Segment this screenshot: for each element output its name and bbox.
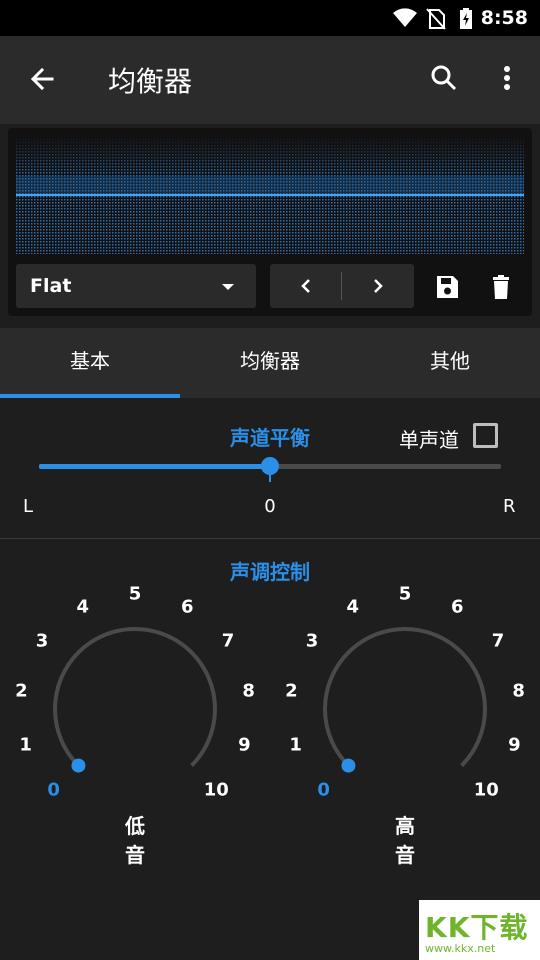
no-sim-icon [426, 8, 446, 30]
knob-indicator [71, 758, 86, 773]
tone-control-title: 声调控制 [230, 560, 310, 584]
balance-slider-thumb[interactable] [261, 457, 279, 475]
search-button[interactable] [424, 58, 464, 98]
wifi-icon [393, 8, 417, 27]
tab-other[interactable]: 其他 [360, 328, 540, 398]
tab-bar: 基本 均衡器 其他 [0, 328, 540, 398]
save-preset-button[interactable] [428, 270, 466, 304]
watermark-logo: KK下载 [425, 911, 529, 944]
tab-equalizer[interactable]: 均衡器 [180, 328, 360, 398]
mono-label: 单声道 [399, 428, 459, 452]
knob-scale-label: 7 [221, 630, 235, 652]
preset-selected-value: Flat [30, 275, 72, 297]
app-bar: 均衡器 [0, 36, 540, 124]
dropdown-arrow-icon [222, 284, 234, 290]
delete-preset-button[interactable] [482, 270, 520, 304]
more-options-button[interactable] [492, 58, 522, 102]
knob-scale-label: 6 [450, 596, 464, 618]
knob-scale-label: 10 [473, 779, 499, 801]
knob-scale-label: 3 [305, 630, 319, 652]
knob-scale-label: 8 [242, 680, 255, 702]
balance-right-label: R [503, 496, 516, 517]
balance-center-tick [269, 474, 271, 482]
status-bar: 8:58 [0, 0, 540, 36]
preset-dropdown[interactable]: Flat [16, 264, 256, 308]
mono-checkbox[interactable] [473, 423, 498, 448]
arrow-back-icon [30, 67, 54, 91]
knob-scale-label: 2 [15, 680, 28, 702]
previous-preset-button[interactable] [270, 264, 342, 308]
knob-scale-label: 10 [203, 779, 229, 801]
knob-scale-label: 0 [317, 779, 330, 801]
next-preset-button[interactable] [342, 264, 414, 308]
knob-scale-label: 5 [398, 583, 412, 605]
preset-navigation [270, 264, 414, 308]
knob-scale-label: 1 [289, 734, 302, 756]
knob-indicator [341, 758, 356, 773]
watermark-url: www.kkx.net [425, 942, 496, 955]
battery-charging-icon [460, 8, 472, 29]
knob-track [323, 627, 487, 767]
chevron-left-icon [301, 279, 310, 293]
knob-scale-label: 4 [76, 596, 90, 618]
knob-scale-label: 2 [285, 680, 298, 702]
delete-icon [493, 275, 509, 299]
active-tab-indicator [0, 394, 180, 398]
knob-scale-label: 8 [512, 680, 525, 702]
knob-scale-label: 1 [19, 734, 32, 756]
knob-scale-label: 7 [491, 630, 505, 652]
knob-scale-label: 9 [238, 734, 251, 756]
balance-title: 声道平衡 [230, 426, 310, 450]
knob-label: 低音 [125, 814, 145, 867]
page-title: 均衡器 [108, 65, 193, 98]
knob-label: 高音 [395, 814, 415, 867]
tab-basic[interactable]: 基本 [0, 328, 180, 398]
search-icon [431, 65, 457, 91]
balance-slider-fill [39, 464, 270, 469]
chevron-right-icon [374, 279, 383, 293]
knob-scale-label: 5 [128, 583, 142, 605]
visualizer-card: Flat [8, 128, 532, 316]
knob-scale-label: 0 [47, 779, 60, 801]
balance-center-label: 0 [264, 496, 276, 517]
knob-scale-label: 3 [35, 630, 49, 652]
knob-scale-label: 6 [180, 596, 194, 618]
spectrum-visualizer [16, 136, 524, 254]
save-icon [437, 276, 458, 298]
more-vert-icon [504, 66, 510, 90]
back-button[interactable] [22, 60, 62, 100]
knob-scale-label: 4 [346, 596, 360, 618]
watermark: KK下载 www.kkx.net [419, 900, 540, 960]
knob-track [53, 627, 217, 767]
section-divider [0, 538, 540, 539]
knob-scale-label: 9 [508, 734, 521, 756]
status-time: 8:58 [480, 7, 528, 29]
